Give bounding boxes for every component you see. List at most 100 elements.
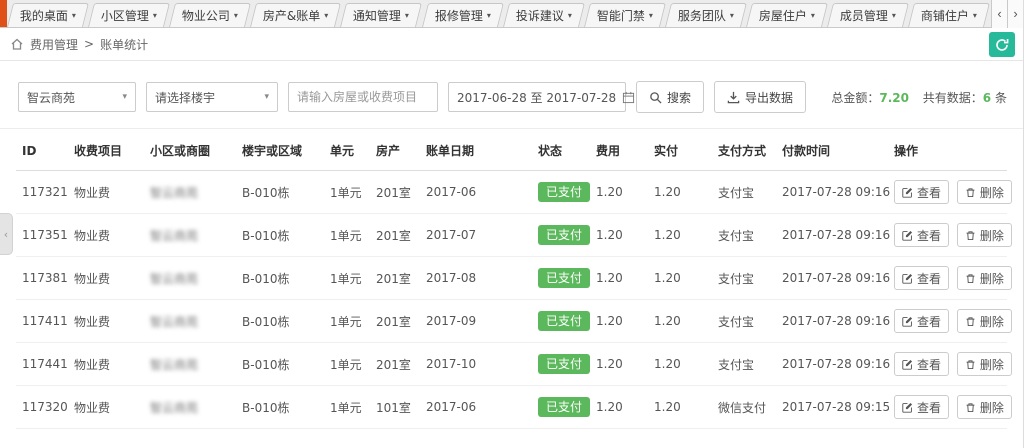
data-count-value: 6 (982, 90, 992, 105)
view-button[interactable]: 查看 (894, 309, 950, 333)
cell-status: 已支付 (532, 342, 591, 386)
view-button-label: 查看 (917, 271, 942, 286)
cell-room: 101室 (370, 385, 420, 429)
tab-1[interactable]: 我的桌面 ▾ (7, 3, 90, 27)
caret-down-icon: ▾ (233, 11, 238, 20)
caret-down-icon: ▾ (810, 11, 815, 20)
cell-unit: 1单元 (324, 256, 370, 300)
view-button[interactable]: 查看 (894, 266, 950, 290)
tab-label: 智能门禁 (596, 9, 645, 23)
tab-2[interactable]: 小区管理 ▾ (88, 3, 171, 27)
cell-community: 智云商苑 (144, 385, 236, 429)
view-button[interactable]: 查看 (894, 352, 950, 376)
tab-12[interactable]: 商铺住户 ▾ (907, 3, 990, 27)
delete-button[interactable]: 删除 (956, 180, 1012, 204)
delete-button-label: 删除 (979, 314, 1004, 329)
cell-community: 智云商苑 (144, 256, 236, 300)
cell-status: 已支付 (532, 170, 591, 214)
cell-community: 智云商苑 (144, 170, 236, 214)
cell-bill-date: 2017-10 (420, 342, 532, 386)
caret-down-icon: ▾ (405, 11, 410, 20)
sidebar-collapse-handle[interactable]: ‹ (0, 213, 13, 255)
cell-status: 已支付 (532, 256, 591, 300)
cell-fee: 1.20 (590, 385, 648, 429)
date-range-input[interactable]: 2017-06-28 至 2017-07-28 (448, 82, 635, 112)
edit-icon (902, 273, 913, 284)
column-header: 费用 (590, 129, 648, 171)
cell-paid: 1.20 (648, 342, 712, 386)
cell-fee: 1.20 (590, 256, 648, 300)
tab-9[interactable]: 服务团队 ▾ (664, 3, 747, 27)
view-button[interactable]: 查看 (894, 223, 950, 247)
cell-charge-item: 物业费 (68, 256, 144, 300)
view-button[interactable]: 查看 (894, 180, 950, 204)
building-select[interactable]: 请选择楼宇 ▾ (146, 82, 278, 112)
chevron-right-icon: › (1013, 6, 1018, 21)
tab-label: 服务团队 (677, 9, 726, 23)
home-icon (10, 37, 24, 51)
status-badge: 已支付 (538, 396, 591, 418)
refresh-icon (995, 38, 1009, 52)
cell-id: 117411 (16, 299, 68, 343)
cell-unit: 1单元 (324, 170, 370, 214)
refresh-button[interactable] (989, 32, 1015, 57)
search-icon (649, 91, 662, 104)
trash-icon (965, 230, 976, 241)
tab-scroll-right-button[interactable]: › (1007, 0, 1023, 28)
status-badge: 已支付 (538, 181, 591, 203)
tab-label: 小区管理 (100, 9, 149, 23)
tab-label: 房屋住户 (758, 9, 807, 23)
delete-button[interactable]: 删除 (956, 352, 1012, 376)
caret-down-icon: ▾ (324, 11, 329, 20)
delete-button-label: 删除 (979, 185, 1004, 200)
tab-label: 成员管理 (839, 9, 888, 23)
tab-10[interactable]: 房屋住户 ▾ (745, 3, 828, 27)
cell-paid: 1.20 (648, 213, 712, 257)
tab-3[interactable]: 物业公司 ▾ (169, 3, 252, 27)
cell-building: B-010栋 (236, 385, 324, 429)
status-badge: 已支付 (538, 224, 591, 246)
cell-community: 智云商苑 (144, 299, 236, 343)
caret-down-icon: ▾ (567, 11, 572, 20)
cell-id: 117320 (16, 385, 68, 429)
cell-pay-time: 2017-07-28 09:15 (776, 385, 890, 429)
cell-status: 已支付 (532, 299, 591, 343)
cell-charge-item: 物业费 (68, 385, 144, 429)
column-header: 楼宇或区域 (236, 129, 324, 171)
cell-bill-date: 2017-07 (420, 213, 532, 257)
search-button[interactable]: 搜索 (636, 81, 705, 113)
tab-8[interactable]: 智能门禁 ▾ (583, 3, 666, 27)
cell-pay-time: 2017-07-28 09:16 (776, 299, 890, 343)
tab-label: 房产&账单 (262, 9, 321, 23)
view-button-label: 查看 (917, 357, 942, 372)
delete-button[interactable]: 删除 (956, 266, 1012, 290)
trash-icon (965, 402, 976, 413)
cell-fee: 1.20 (590, 170, 648, 214)
column-header: 付款时间 (776, 129, 888, 171)
keyword-input[interactable] (288, 82, 438, 112)
tab-4[interactable]: 房产&账单 ▾ (250, 3, 342, 27)
delete-button[interactable]: 删除 (956, 309, 1012, 333)
edit-icon (902, 359, 913, 370)
trash-icon (965, 316, 976, 327)
total-amount-label: 总金额： (831, 90, 880, 105)
view-button[interactable]: 查看 (894, 395, 950, 419)
cell-bill-date: 2017-08 (420, 256, 532, 300)
export-data-button[interactable]: 导出数据 (714, 81, 807, 113)
view-button-label: 查看 (917, 228, 942, 243)
tab-7[interactable]: 投诉建议 ▾ (502, 3, 585, 27)
community-select[interactable]: 智云商苑 ▾ (18, 82, 136, 112)
delete-button[interactable]: 删除 (956, 395, 1012, 419)
cell-bill-date: 2017-09 (420, 299, 532, 343)
status-badge: 已支付 (538, 310, 591, 332)
community-select-value: 智云商苑 (27, 90, 76, 105)
cell-paid: 1.20 (648, 170, 712, 214)
tab-scroll-left-button[interactable]: ‹ (991, 0, 1007, 28)
tab-6[interactable]: 报修管理 ▾ (421, 3, 504, 27)
caret-down-icon: ▾ (891, 11, 896, 20)
tab-11[interactable]: 成员管理 ▾ (826, 3, 909, 27)
cell-pay-method: 微信支付 (712, 385, 776, 429)
tab-5[interactable]: 通知管理 ▾ (340, 3, 423, 27)
view-button-label: 查看 (917, 400, 942, 415)
delete-button[interactable]: 删除 (956, 223, 1012, 247)
